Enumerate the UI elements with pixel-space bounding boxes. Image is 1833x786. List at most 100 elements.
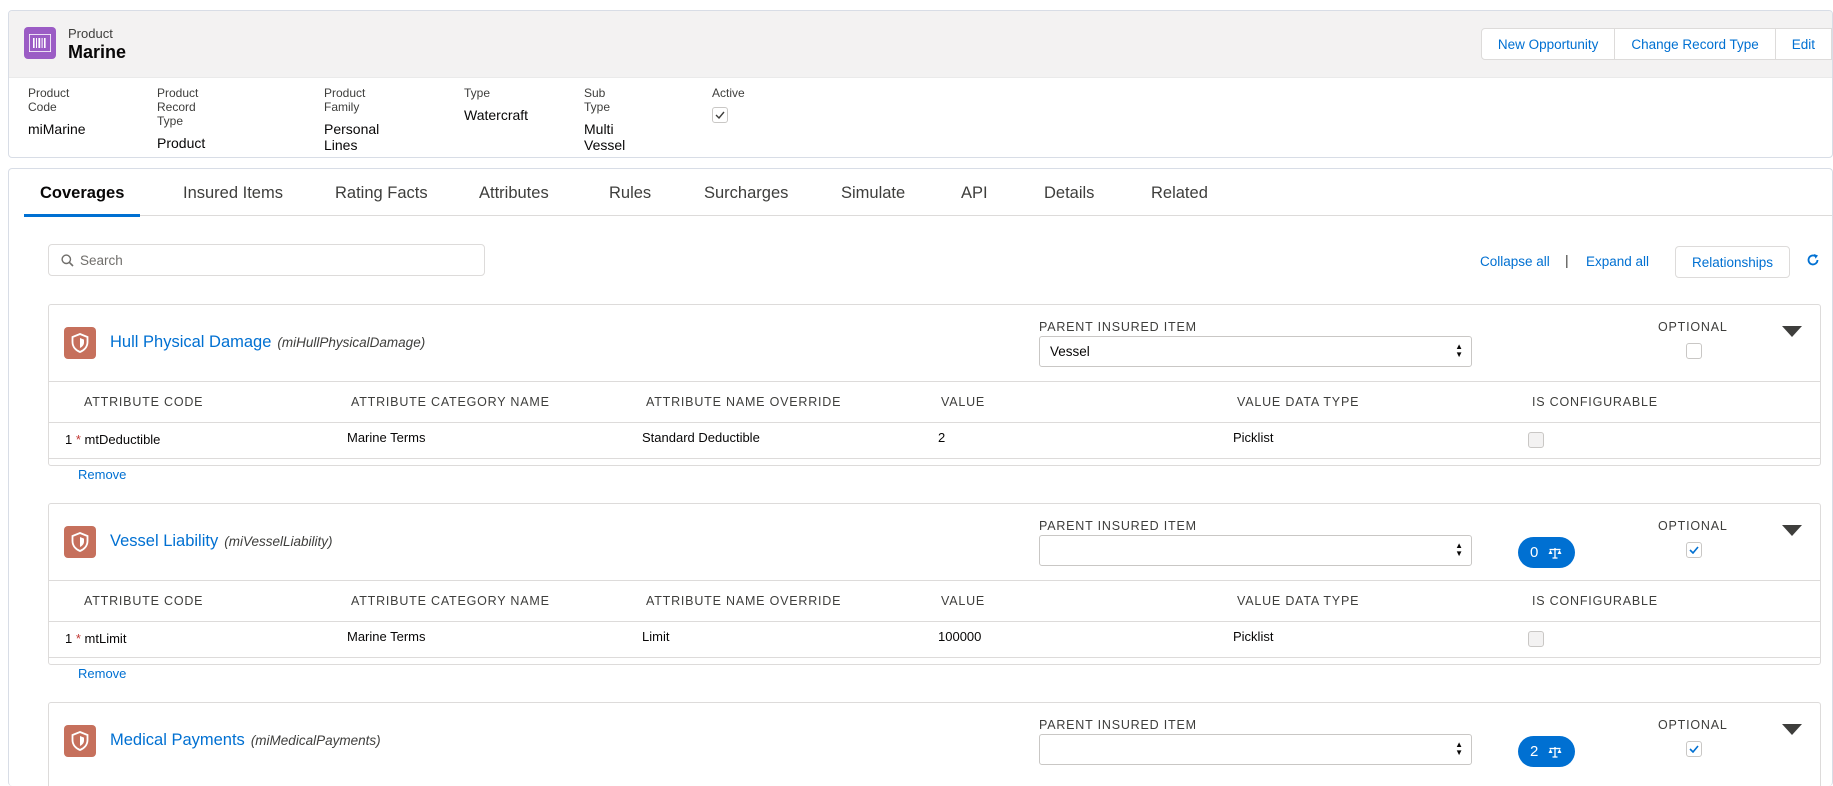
rules-count: 0 [1530,544,1539,561]
edit-button[interactable]: Edit [1774,28,1832,60]
attribute-table-header: ATTRIBUTE CODE ATTRIBUTE CATEGORY NAME A… [49,381,1820,422]
rules-badge[interactable]: 2 [1518,736,1575,767]
tab-related[interactable]: Related [1151,184,1208,215]
optional-checkbox[interactable] [1686,343,1702,359]
is-configurable-checkbox [1528,432,1544,448]
coverage-card-header: Medical Payments (miMedicalPayments) PARE… [49,703,1820,779]
col-attribute-code: ATTRIBUTE CODE [84,395,204,409]
tab-insured-items[interactable]: Insured Items [183,184,283,215]
field-sub-type: Sub Type Multi Vessel [584,86,625,153]
field-label: Sub Type [584,86,611,114]
header-actions: New Opportunity Change Record Type Edit [1480,28,1832,60]
row-number: 1 [65,432,73,447]
table-row: 1 * mtLimit Marine Terms Limit 100000 Pi… [49,621,1820,657]
coverage-shield-icon [64,526,96,558]
attribute-category: Marine Terms [347,629,426,644]
coverage-name[interactable]: Vessel Liability [110,532,218,550]
attribute-data-type: Picklist [1233,430,1274,445]
col-attribute-category-name: ATTRIBUTE CATEGORY NAME [351,395,550,409]
record-header-top: Product Marine New Opportunity Change Re… [9,11,1832,78]
field-label: Type [464,86,491,100]
scales-icon [1548,547,1562,559]
collapse-toggle-icon[interactable] [1782,326,1802,337]
tab-rules[interactable]: Rules [609,184,651,215]
link-separator: | [1565,252,1569,268]
attribute-code: mtLimit [84,631,127,646]
coverage-name-link[interactable]: Hull Physical Damage (miHullPhysicalDamag… [110,333,425,352]
product-barcode-icon [24,27,56,59]
attribute-code: mtDeductible [84,432,161,447]
collapse-all-link[interactable]: Collapse all [1480,254,1550,269]
optional-checkbox[interactable] [1686,542,1702,558]
optional-checkbox[interactable] [1686,741,1702,757]
selected-value: Vessel [1050,344,1090,359]
coverage-name-link[interactable]: Medical Payments (miMedicalPayments) [110,731,381,750]
active-checkbox [712,107,728,123]
coverage-name-link[interactable]: Vessel Liability (miVesselLiability) [110,532,333,551]
object-label: Product [68,26,113,41]
collapse-toggle-icon[interactable] [1782,724,1802,735]
change-record-type-button[interactable]: Change Record Type [1614,28,1776,60]
parent-insured-item-label: PARENT INSURED ITEM [1039,320,1197,334]
optional-label: OPTIONAL [1658,718,1728,732]
col-attribute-name-override: ATTRIBUTE NAME OVERRIDE [646,395,842,409]
collapse-toggle-icon[interactable] [1782,525,1802,536]
tab-coverages[interactable]: Coverages [24,184,141,217]
coverage-card-footer: Remove [49,458,1820,490]
col-value: VALUE [941,395,986,409]
optional-label: OPTIONAL [1658,519,1728,533]
field-active: Active [712,86,745,123]
is-configurable-checkbox [1528,631,1544,647]
search-icon [61,253,74,267]
field-product-record-type: Product Record Type Product [157,86,205,151]
attribute-table-header: ATTRIBUTE CODE ATTRIBUTE CATEGORY NAME A… [49,580,1820,621]
field-label: Product Family [324,86,366,114]
rules-badge[interactable]: 0 [1518,537,1575,568]
rules-count: 2 [1530,743,1539,760]
tab-simulate[interactable]: Simulate [841,184,905,215]
row-number: 1 [65,631,73,646]
coverage-card: Medical Payments (miMedicalPayments) PARE… [48,702,1821,786]
coverage-name[interactable]: Medical Payments [110,731,245,749]
coverage-card: Vessel Liability (miVesselLiability) PARE… [48,503,1821,681]
attribute-name-override: Limit [642,629,670,644]
expand-all-link[interactable]: Expand all [1586,254,1649,269]
coverage-code: (miVesselLiability) [224,534,333,549]
field-label: Active [712,86,745,100]
parent-insured-item-select[interactable]: ▲ ▼ [1039,535,1472,566]
scales-icon [1548,746,1562,758]
parent-insured-item-select[interactable]: ▲ ▼ [1039,734,1472,765]
select-arrows-icon: ▲ ▼ [1455,740,1463,757]
field-value: Personal Lines [324,121,380,153]
record-header: Product Marine New Opportunity Change Re… [8,10,1833,158]
tab-surcharges[interactable]: Surcharges [704,184,788,215]
attribute-category: Marine Terms [347,430,426,445]
remove-link[interactable]: Remove [78,467,126,482]
col-value: VALUE [941,594,986,608]
coverage-card: Hull Physical Damage (miHullPhysicalDamag… [48,304,1821,482]
col-attribute-category-name: ATTRIBUTE CATEGORY NAME [351,594,550,608]
field-value: Multi Vessel [584,121,626,153]
relationships-button[interactable]: Relationships [1675,246,1791,278]
search-input[interactable] [80,252,460,268]
new-opportunity-button[interactable]: New Opportunity [1480,28,1616,60]
coverage-code: (miHullPhysicalDamage) [277,335,426,350]
tab-details[interactable]: Details [1044,184,1094,215]
col-is-configurable: IS CONFIGURABLE [1532,395,1658,409]
refresh-icon[interactable] [1806,253,1820,270]
tab-api[interactable]: API [961,184,988,215]
tab-rating-facts[interactable]: Rating Facts [335,184,428,215]
coverage-card-footer: Remove [49,657,1820,689]
field-value: Product [157,135,206,151]
attribute-value: 2 [938,430,946,445]
parent-insured-item-select[interactable]: Vessel ▲ ▼ [1039,336,1472,367]
remove-link[interactable]: Remove [78,666,126,681]
tab-attributes[interactable]: Attributes [479,184,549,215]
field-product-code: Product Code miMarine [28,86,86,137]
coverage-name[interactable]: Hull Physical Damage [110,333,271,351]
col-is-configurable: IS CONFIGURABLE [1532,594,1658,608]
row-index: 1 * mtLimit [65,631,126,646]
field-product-family: Product Family Personal Lines [324,86,379,153]
tab-bar: Coverages Insured Items Rating Facts Att… [24,169,1832,217]
parent-insured-item-label: PARENT INSURED ITEM [1039,519,1197,533]
